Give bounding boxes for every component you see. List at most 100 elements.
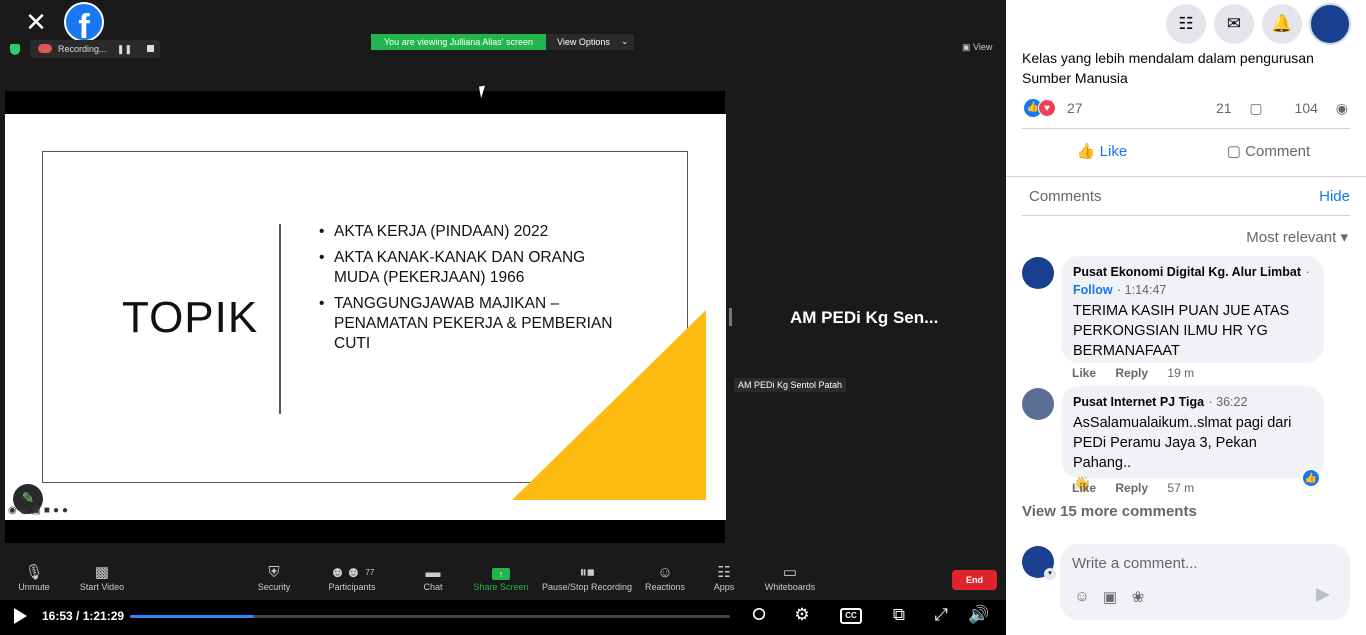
comment-button[interactable]: ▢ Comment <box>1186 134 1351 170</box>
apps-button[interactable]: ☷ Apps <box>710 560 738 600</box>
security-button[interactable]: ⛨ Security <box>254 560 294 600</box>
unmute-label: Unmute <box>18 582 50 592</box>
post-panel: ☷ ✉ 🔔 Kelas yang lebih mendalam dalam pe… <box>1006 0 1366 635</box>
shield-icon: ⛨ <box>268 564 280 581</box>
whiteboards-button[interactable]: ▭ Whiteboards <box>762 560 818 600</box>
thumbs-up-icon: 👍 <box>1076 143 1096 160</box>
comment-bubble-icon: ▢ <box>1249 100 1263 116</box>
comment-timestamp[interactable]: 1:14:47 <box>1125 283 1167 297</box>
camera-icon[interactable]: ▣ <box>1100 588 1120 606</box>
comment-input[interactable] <box>1072 552 1332 574</box>
slide-bullet: AKTA KANAK-KANAK DAN ORANG MUDA (PEKERJA… <box>319 248 619 288</box>
comment-like-link[interactable]: Like <box>1072 481 1096 495</box>
settings-gear-icon[interactable]: ⚙ <box>789 605 815 625</box>
reaction-count: 27 <box>1067 100 1083 116</box>
chat-bubble-icon[interactable]: ⭘ <box>746 605 772 625</box>
divider <box>1006 176 1366 177</box>
emoji-icon[interactable]: ☺ <box>1072 588 1092 605</box>
send-icon[interactable] <box>1316 588 1330 602</box>
reactions-label: Reactions <box>644 582 686 592</box>
like-button[interactable]: 👍 Like <box>1022 134 1182 170</box>
video-player[interactable]: ✕ f Recording... ❚❚ You are viewing Jull… <box>0 0 1006 635</box>
comments-header: Comments <box>1029 188 1102 205</box>
end-meeting-button[interactable]: End <box>952 570 997 590</box>
recording-button-label: Pause/Stop Recording <box>541 582 633 592</box>
pip-icon[interactable]: ⧉ <box>886 605 912 625</box>
divider <box>1022 215 1350 216</box>
slide-toolbar-icons[interactable]: ◉◉▣■●● <box>8 505 71 516</box>
comment-text: AsSalamualaikum..slmat pagi dari PEDi Pe… <box>1073 415 1292 471</box>
progress-bar[interactable] <box>130 615 730 618</box>
start-video-label: Start Video <box>79 582 125 592</box>
comment-reply-link[interactable]: Reply <box>1115 366 1148 380</box>
chat-label: Chat <box>423 582 443 592</box>
slide-accent-triangle <box>512 310 706 500</box>
like-reaction-icon[interactable]: 👍 <box>1302 469 1320 487</box>
participants-button[interactable]: ☻☻ 77 Participants <box>326 560 378 600</box>
sticker-icon[interactable]: ❀ <box>1128 588 1148 606</box>
stop-recording-icon[interactable] <box>147 45 154 52</box>
video-off-icon: ▩ <box>94 564 110 581</box>
reactions-icon: ☺ <box>657 564 673 581</box>
presentation-slide: TOPIK AKTA KERJA (PINDAAN) 2022 AKTA KAN… <box>5 114 726 520</box>
resize-handle[interactable] <box>729 308 732 326</box>
like-button-label: Like <box>1099 143 1128 160</box>
account-avatar[interactable] <box>1309 3 1351 45</box>
captions-icon[interactable]: CC <box>840 608 862 624</box>
zoom-toolbar: 🎙 Unmute ▩ Start Video ⛨ Security ☻☻ 77 … <box>0 560 1006 600</box>
whiteboard-icon: ▭ <box>782 564 798 581</box>
fullscreen-icon[interactable]: ⤢ <box>928 605 954 625</box>
follow-link[interactable]: Follow <box>1073 283 1113 297</box>
participants-label: Participants <box>328 582 376 592</box>
comment-age[interactable]: 57 m <box>1167 481 1194 495</box>
comment-actions: Like Reply 57 m <box>1072 481 1210 495</box>
comment-author[interactable]: Pusat Internet PJ Tiga <box>1073 395 1204 409</box>
comment-composer: ☺ ▣ ❀ <box>1060 544 1350 620</box>
commenter-avatar[interactable] <box>1022 388 1054 420</box>
share-screen-icon: ↑ <box>472 560 530 582</box>
view-count: 104 <box>1294 100 1318 116</box>
comment-count-link[interactable]: 21 ▢ <box>1202 100 1263 116</box>
comment-icon: ▢ <box>1226 143 1241 160</box>
comment-bubble: Pusat Internet PJ Tiga · 36:22 AsSalamua… <box>1061 386 1324 493</box>
chat-button[interactable]: ▬ Chat <box>418 560 448 600</box>
share-screen-button[interactable]: ↑ Share Screen <box>472 560 530 600</box>
hide-comments-button[interactable]: Hide <box>1319 188 1350 205</box>
reactions-button[interactable]: ☺ Reactions <box>644 560 686 600</box>
chat-icon: ▬ <box>425 564 441 581</box>
love-reaction-icon: ♥ <box>1038 99 1056 117</box>
comment-reply-link[interactable]: Reply <box>1115 481 1148 495</box>
player-controls: 16:53 / 1:21:29 ⭘ ⚙ CC ⧉ ⤢ 🔊 <box>0 600 1006 635</box>
view-options-button[interactable]: View Options ⌄ <box>546 34 634 50</box>
play-icon[interactable] <box>14 608 27 624</box>
chevron-down-icon[interactable]: ▾ <box>1044 568 1056 580</box>
pause-stop-icon: ⏸⏹ <box>579 564 595 581</box>
view-button[interactable]: ▣ View <box>962 42 992 53</box>
caret-down-icon: ▾ <box>1340 229 1348 246</box>
unmute-button[interactable]: 🎙 Unmute <box>14 560 54 600</box>
commenter-avatar[interactable] <box>1022 257 1054 289</box>
volume-icon[interactable]: 🔊 <box>966 605 992 625</box>
comment-author[interactable]: Pusat Ekonomi Digital Kg. Alur Limbat <box>1073 265 1301 279</box>
panel-top-bar: ☷ ✉ 🔔 <box>1006 0 1366 46</box>
comment-bubble: Pusat Ekonomi Digital Kg. Alur Limbat · … <box>1061 256 1324 363</box>
start-video-button[interactable]: ▩ Start Video <box>78 560 126 600</box>
time-display: 16:53 / 1:21:29 <box>42 609 125 623</box>
comment-like-link[interactable]: Like <box>1072 366 1096 380</box>
view-label: View <box>973 42 993 52</box>
notifications-bell-icon[interactable]: 🔔 <box>1262 4 1302 44</box>
messenger-icon[interactable]: ✉ <box>1214 4 1254 44</box>
facebook-logo-icon[interactable]: f <box>64 2 104 46</box>
sort-comments-dropdown[interactable]: Most relevant ▾ <box>1246 228 1348 246</box>
close-icon[interactable]: ✕ <box>22 8 50 36</box>
participants-icon: ☻☻ 77 <box>329 564 375 581</box>
comment-timestamp[interactable]: 36:22 <box>1216 395 1247 409</box>
apps-label: Apps <box>713 582 735 592</box>
menu-grid-icon[interactable]: ☷ <box>1166 4 1206 44</box>
eye-icon: ◉ <box>1335 100 1348 116</box>
whiteboards-label: Whiteboards <box>764 582 816 592</box>
pause-recording-icon[interactable]: ❚❚ <box>117 40 132 58</box>
comment-age[interactable]: 19 m <box>1167 366 1194 380</box>
pause-stop-recording-button[interactable]: ⏸⏹ Pause/Stop Recording <box>540 560 634 600</box>
view-more-comments-link[interactable]: View 15 more comments <box>1022 503 1197 520</box>
